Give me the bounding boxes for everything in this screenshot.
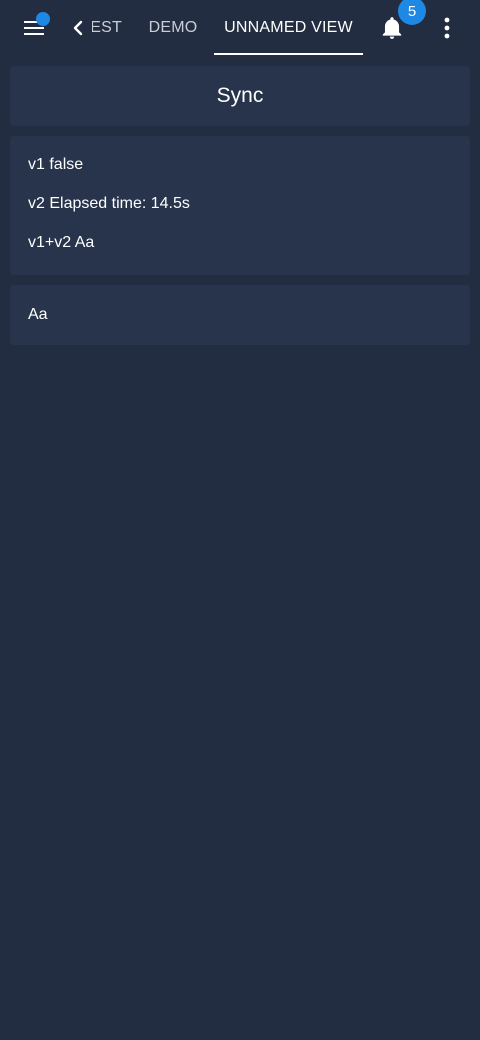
top-app-bar: TEST DEMO UNNAMED VIEW 5 (0, 0, 480, 56)
notification-count-badge[interactable]: 5 (398, 0, 426, 25)
variable-value: Elapsed time: 14.5s (49, 195, 190, 212)
variable-name: v2 (28, 195, 45, 212)
variable-value: Aa (74, 234, 95, 251)
tab-test[interactable]: TEST (92, 0, 122, 56)
tab-unnamed-view[interactable]: UNNAMED VIEW (214, 0, 363, 56)
variable-row-v2: v2 Elapsed time: 14.5s (28, 194, 190, 214)
tab-unnamed-view-label: UNNAMED VIEW (224, 19, 353, 36)
chevron-left-icon (73, 20, 83, 36)
sync-button[interactable]: Sync (10, 66, 470, 126)
active-tab-indicator (214, 53, 363, 55)
variable-row-v1v2: v1+v2 Aa (28, 233, 94, 253)
more-vertical-icon (444, 17, 450, 39)
variable-value: false (49, 156, 84, 173)
variable-name: v1 (28, 156, 45, 173)
text-input-value: Aa (28, 306, 48, 323)
sync-button-label: Sync (216, 84, 264, 107)
tab-demo[interactable]: DEMO (138, 0, 208, 56)
more-options-button[interactable] (432, 8, 462, 48)
variables-card: v1 false v2 Elapsed time: 14.5s v1+v2 Aa (10, 136, 470, 275)
variable-name: v1+v2 (28, 234, 72, 251)
tab-test-label: TEST (92, 19, 122, 36)
tabs-scroll-left-button[interactable] (66, 12, 90, 44)
text-input-field[interactable]: Aa (10, 285, 470, 345)
variable-row-v1: v1 false (28, 155, 83, 175)
menu-notification-dot (36, 12, 50, 26)
tab-demo-label: DEMO (148, 19, 198, 36)
